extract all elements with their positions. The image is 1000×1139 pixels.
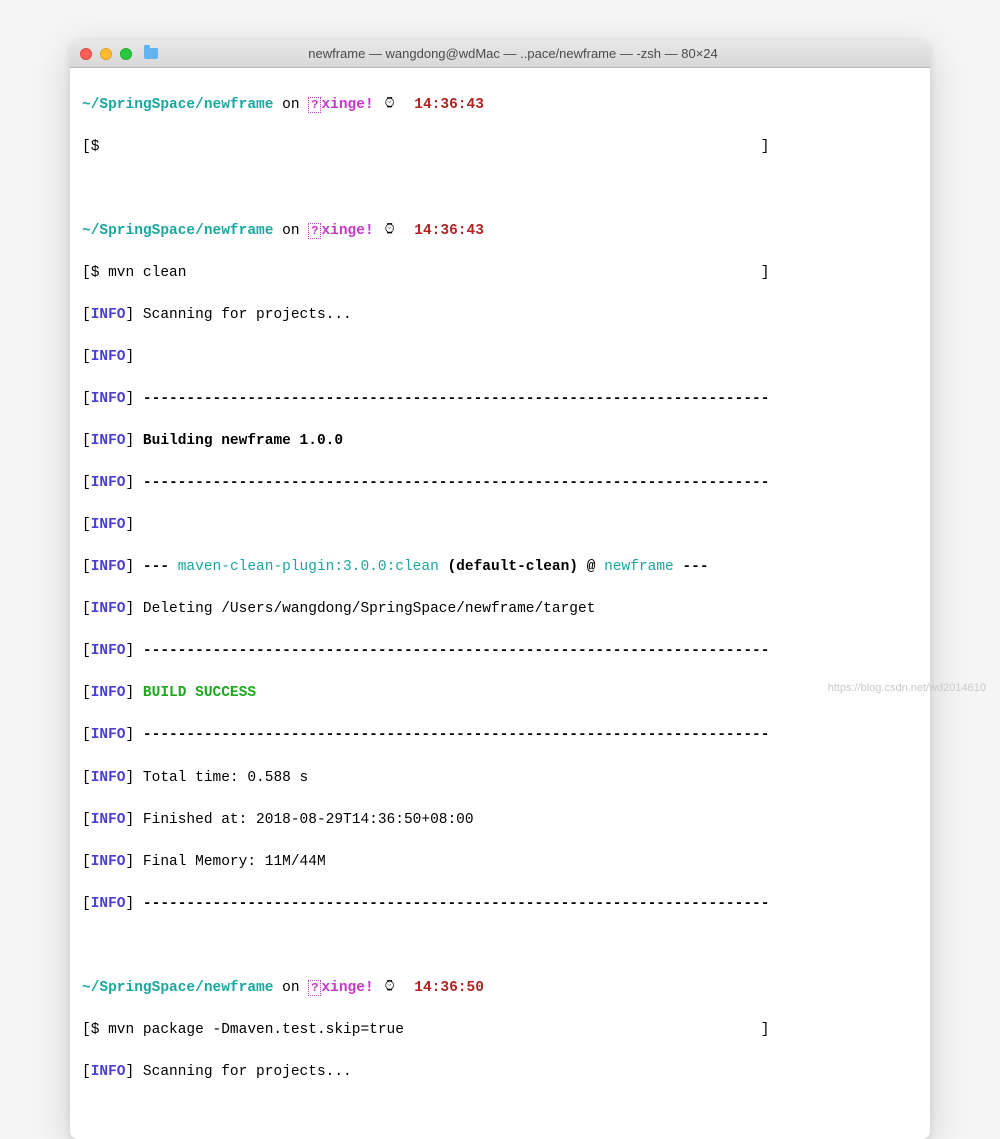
log-line: [INFO] Scanning for projects... [82,305,918,326]
log-line: [INFO] Deleting /Users/wangdong/SpringSp… [82,599,918,620]
log-line: [INFO] [82,515,918,536]
command-text: mvn clean [99,265,186,281]
log-line: [INFO] --- maven-clean-plugin:3.0.0:clea… [82,557,918,578]
log-line: [INFO] [82,347,918,368]
prompt-line: ~/SpringSpace/newframe on ?xinge! ⌚︎ 14:… [82,95,918,116]
plugin-text: maven-clean-plugin:3.0.0:clean [178,559,439,575]
log-line: [INFO] ---------------------------------… [82,389,918,410]
time-text: 14:36:43 [414,97,484,113]
log-line: [INFO] ---------------------------------… [82,725,918,746]
command-line: [$ ] [82,137,918,158]
branch-text: ?xinge! [308,97,373,113]
log-line: [INFO] Total time: 0.588 s [82,768,918,789]
log-level: INFO [91,307,126,323]
blank-line [82,179,918,200]
terminal-window: newframe — wangdong@wdMac — ..pace/newfr… [70,40,930,1139]
log-line: [INFO] ---------------------------------… [82,473,918,494]
log-line: [INFO] BUILD SUCCESS [82,683,918,704]
prompt-line: ~/SpringSpace/newframe on ?xinge! ⌚︎ 14:… [82,221,918,242]
log-line: [INFO] Finished at: 2018-08-29T14:36:50+… [82,810,918,831]
terminal-output[interactable]: ~/SpringSpace/newframe on ?xinge! ⌚︎ 14:… [70,68,930,1139]
building-text: Building newframe 1.0.0 [134,433,343,449]
command-text: mvn package -Dmaven.test.skip=true [99,1022,404,1038]
command-line: [$ mvn clean ] [82,263,918,284]
prompt-line: ~/SpringSpace/newframe on ?xinge! ⌚︎ 14:… [82,978,918,999]
window-title: newframe — wangdong@wdMac — ..pace/newfr… [106,46,920,61]
artifact-text: newframe [604,559,674,575]
close-icon[interactable] [80,48,92,60]
folder-icon [144,48,158,59]
watermark-text: https://blog.csdn.net/wd2014610 [828,682,986,694]
window-titlebar[interactable]: newframe — wangdong@wdMac — ..pace/newfr… [70,40,930,68]
log-line: [INFO] Final Memory: 11M/44M [82,852,918,873]
watch-icon: ⌚︎ [382,223,397,239]
watch-icon: ⌚︎ [382,97,397,113]
blank-line [82,936,918,957]
log-line: [INFO] ---------------------------------… [82,894,918,915]
cwd-text: ~/SpringSpace/newframe [82,97,273,113]
log-line: [INFO] ---------------------------------… [82,641,918,662]
command-line: [$ mvn package -Dmaven.test.skip=true ] [82,1020,918,1041]
watch-icon: ⌚︎ [382,980,397,996]
log-line: [INFO] Building newframe 1.0.0 [82,431,918,452]
log-line: [INFO] Scanning for projects... [82,1062,918,1083]
build-success-text: BUILD SUCCESS [134,685,256,701]
